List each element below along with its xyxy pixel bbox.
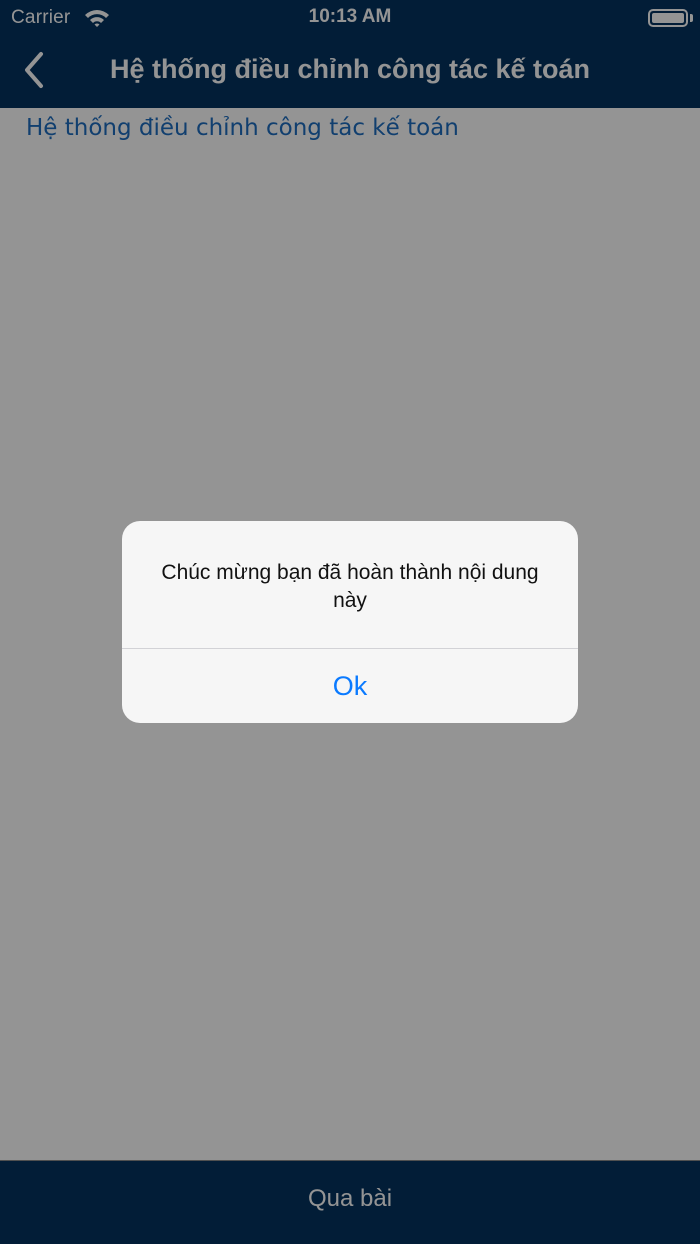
completion-alert: Chúc mừng bạn đã hoàn thành nội dung này… [122,521,578,723]
alert-ok-button[interactable]: Ok [122,649,578,723]
alert-message: Chúc mừng bạn đã hoàn thành nội dung này [161,561,539,612]
